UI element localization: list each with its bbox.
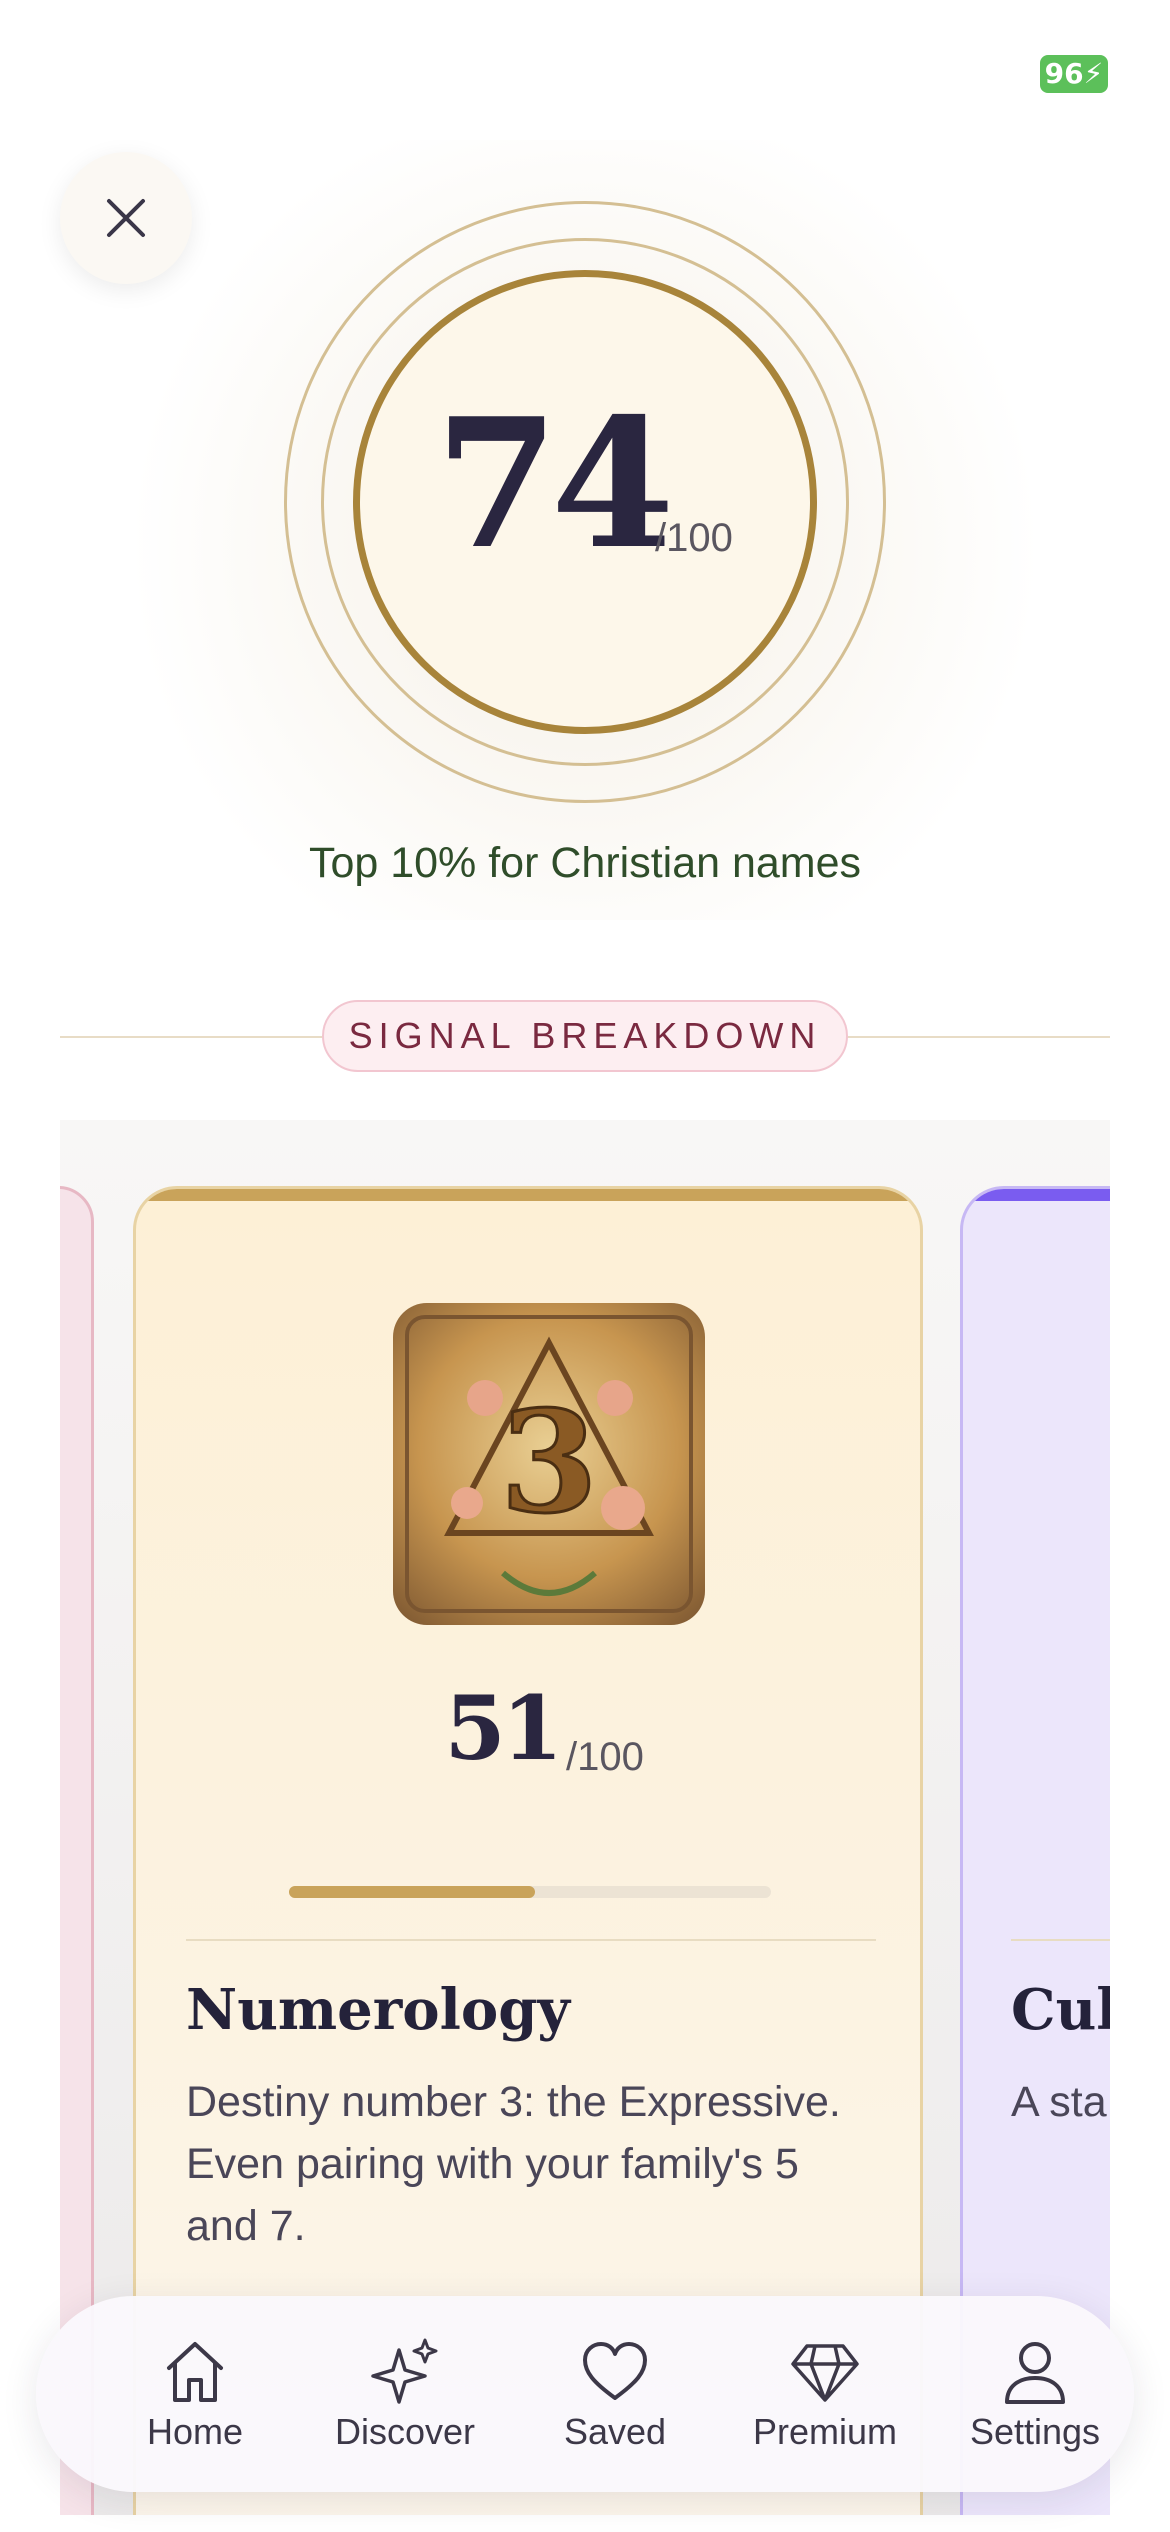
card-description: A sta gene Chris Nativ [1011, 2078, 1110, 2126]
card-title: Cult [1011, 1977, 1110, 2043]
card-progress-fill [289, 1886, 535, 1898]
overall-score-max: /100 [655, 516, 733, 560]
card-divider [1011, 1939, 1110, 1941]
nav-saved[interactable]: Saved [525, 2336, 705, 2450]
person-icon [1005, 2342, 1065, 2404]
nav-premium[interactable]: Premium [735, 2336, 915, 2450]
bottom-nav: Home Discover Saved Premium Settings [36, 2296, 1134, 2492]
card-accent-bar [963, 1189, 1110, 1201]
card-divider [186, 1939, 876, 1941]
section-title: SIGNAL BREAKDOWN [322, 1000, 848, 1072]
card-progress-track [289, 1886, 771, 1898]
numerology-three-card-image: 3 [393, 1303, 705, 1625]
diamond-icon [791, 2344, 859, 2402]
heart-icon [583, 2342, 647, 2400]
charging-bolt-icon: ⚡ [1083, 57, 1104, 90]
card-title: Numerology [186, 1977, 570, 2043]
rank-text: Top 10% for Christian names [308, 839, 862, 887]
nav-label: Home [146, 2411, 244, 2452]
home-icon [167, 2342, 223, 2402]
battery-indicator: 96⚡ [1040, 55, 1108, 93]
card-score-max: /100 [566, 1735, 644, 1779]
card-accent-bar [136, 1189, 920, 1201]
overall-score: 74 [435, 379, 675, 588]
card-description: Destiny number 3: the Expressive. Even p… [186, 2078, 841, 2250]
sparkles-icon [371, 2338, 438, 2404]
nav-home[interactable]: Home [105, 2336, 285, 2450]
nav-label: Premium [752, 2411, 898, 2452]
nav-label: Settings [969, 2411, 1101, 2452]
close-button[interactable] [60, 152, 192, 284]
nav-settings[interactable]: Settings [945, 2336, 1125, 2450]
svg-text:3: 3 [500, 1381, 597, 1545]
close-icon [107, 199, 145, 237]
nav-label: Discover [334, 2411, 476, 2452]
battery-level: 96 [1044, 57, 1084, 90]
card-score: 51 [444, 1676, 563, 1780]
nav-label: Saved [563, 2411, 667, 2452]
nav-discover[interactable]: Discover [315, 2336, 495, 2450]
